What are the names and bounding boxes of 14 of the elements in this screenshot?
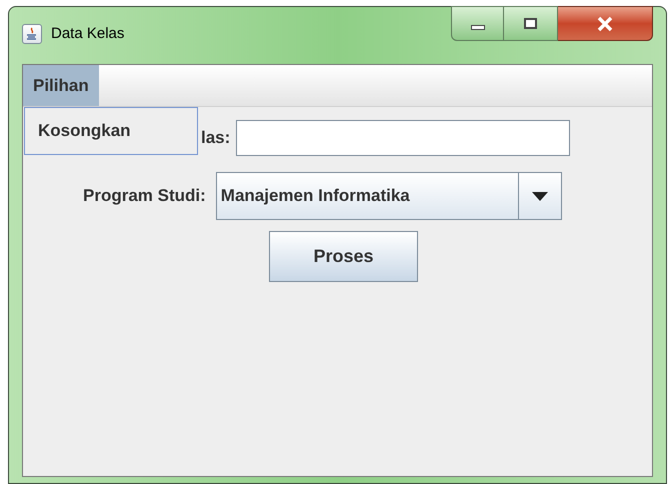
- menu-item[interactable]: Pilihan: [23, 65, 99, 106]
- text-field[interactable]: [236, 120, 570, 156]
- maximize-button[interactable]: [504, 6, 558, 41]
- field-label: Program Studi:: [83, 185, 206, 208]
- caret-icon: [532, 192, 548, 200]
- java-cup-icon: [22, 24, 42, 44]
- window-title: Data Kelas: [51, 24, 124, 44]
- proses-button[interactable]: Proses: [269, 231, 418, 282]
- minimize-button[interactable]: [451, 6, 504, 41]
- close-icon: [596, 16, 614, 32]
- close-button[interactable]: [558, 6, 653, 41]
- field-label: las:: [201, 127, 230, 150]
- menu-entry[interactable]: Kosongkan: [25, 112, 197, 150]
- dropdown[interactable]: Manajemen Informatika: [216, 172, 562, 220]
